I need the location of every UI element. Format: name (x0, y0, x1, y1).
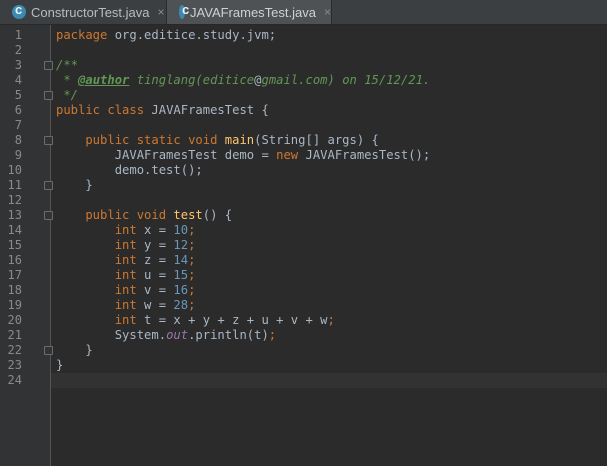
code-line-19: int w = 28; (56, 298, 196, 312)
code-line-5: */ (56, 88, 79, 102)
code-line-8: public static void main(String[] args) { (56, 133, 379, 147)
line-number: 21 (7, 328, 22, 342)
line-number: 20 (7, 313, 22, 327)
line-number: 14 (7, 223, 22, 237)
line-number: 18 (7, 283, 22, 297)
line-number: 11 (7, 178, 22, 192)
line-number: 5 (14, 88, 22, 102)
tab-label: ConstructorTest.java (31, 4, 150, 20)
line-number: 7 (14, 118, 22, 132)
code-line-15: int y = 12; (56, 238, 196, 252)
line-number: 13 (7, 208, 22, 222)
current-line-highlight (51, 373, 607, 388)
line-number: 3 (14, 58, 22, 72)
code-line-6: public class JAVAFramesTest { (56, 103, 269, 117)
editor-tab-bar: ConstructorTest.java × JAVAFramesTest.ja… (0, 0, 607, 25)
code-line-3: /** (56, 58, 79, 72)
code-line-18: int v = 16; (56, 283, 196, 297)
code-line-22: } (56, 343, 93, 357)
line-number: 8 (14, 133, 22, 147)
code-line-16: int z = 14; (56, 253, 196, 267)
line-number: 15 (7, 238, 22, 252)
line-number: 24 (7, 373, 22, 387)
line-number: 19 (7, 298, 22, 312)
code-line-13: public void test() { (56, 208, 233, 222)
code-line-20: int t = x + y + z + u + v + w; (56, 313, 335, 327)
line-number: 17 (7, 268, 22, 282)
java-class-icon (179, 2, 189, 19)
line-number: 23 (7, 358, 22, 372)
code-line-14: int x = 10; (56, 223, 196, 237)
code-line-21: System.out.println(t); (56, 328, 277, 342)
line-number: 12 (7, 193, 22, 207)
code-line-1: package org.editice.study.jvm; (56, 28, 277, 42)
line-number-gutter[interactable]: 1 2 3 4 5 6 7 8 9 10 11 12 13 14 15 16 1… (0, 25, 53, 466)
line-number: 2 (14, 43, 22, 57)
line-number: 9 (14, 148, 22, 162)
code-line-17: int u = 15; (56, 268, 196, 282)
code-line-23: } (56, 358, 64, 372)
line-number: 10 (7, 163, 22, 177)
line-number: 16 (7, 253, 22, 267)
tab-label: JAVAFramesTest.java (190, 4, 316, 20)
line-number: 1 (14, 28, 22, 42)
line-number: 22 (7, 343, 22, 357)
code-line-10: demo.test(); (56, 163, 203, 177)
code-editor[interactable]: package org.editice.study.jvm; /** * @au… (51, 25, 607, 466)
close-icon[interactable]: × (324, 5, 331, 19)
code-line-4: * @author tinglang(editice@gmail.com) on… (56, 73, 431, 87)
tab-javaframestest[interactable]: JAVAFramesTest.java × (166, 0, 332, 24)
tab-constructortest[interactable]: ConstructorTest.java × (0, 0, 166, 24)
close-icon[interactable]: × (158, 5, 165, 19)
java-class-icon (12, 2, 26, 19)
line-number: 4 (14, 73, 22, 87)
code-line-11: } (56, 178, 93, 192)
code-line-9: JAVAFramesTest demo = new JAVAFramesTest… (56, 148, 431, 162)
line-number: 6 (14, 103, 22, 117)
